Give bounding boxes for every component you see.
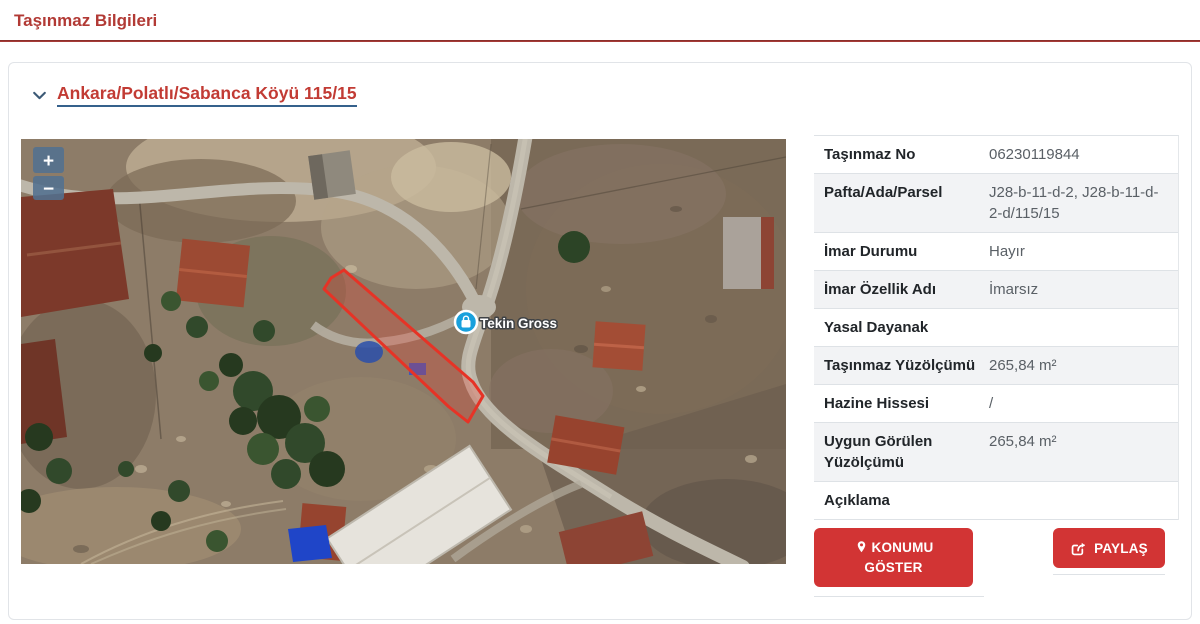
- row-label: Açıklama: [824, 490, 989, 511]
- row-label: Taşınmaz Yüzölçümü: [824, 355, 989, 376]
- property-card: Ankara/Polatlı/Sabanca Köyü 115/15: [8, 62, 1192, 620]
- show-location-cell: KONUMU GÖSTER: [814, 528, 984, 597]
- poi-label: Tekin Gross: [480, 316, 557, 331]
- row-value: İmarsız: [989, 279, 1168, 300]
- cell-divider: [1053, 574, 1165, 575]
- table-row: Pafta/Ada/Parsel J28-b-11-d-2, J28-b-11-…: [814, 174, 1178, 233]
- property-details: Taşınmaz No 06230119844 Pafta/Ada/Parsel…: [814, 135, 1179, 597]
- location-pin-icon: [854, 540, 869, 555]
- table-row: İmar Özellik Adı İmarsız: [814, 271, 1178, 309]
- table-row: Yasal Dayanak: [814, 309, 1178, 347]
- actions-row: KONUMU GÖSTER PAYLAŞ: [814, 528, 1179, 597]
- table-row: Hazine Hissesi /: [814, 385, 1178, 423]
- row-label: Uygun Görülen Yüzölçümü: [824, 431, 989, 473]
- table-row: Açıklama: [814, 482, 1178, 520]
- row-value: 06230119844: [989, 144, 1168, 165]
- row-label: İmar Özellik Adı: [824, 279, 989, 300]
- share-label: PAYLAŞ: [1094, 541, 1148, 556]
- row-label: Taşınmaz No: [824, 144, 989, 165]
- row-label: İmar Durumu: [824, 241, 989, 262]
- satellite-map[interactable]: Tekin Gross + −: [21, 139, 786, 564]
- table-row: Taşınmaz No 06230119844: [814, 136, 1178, 174]
- zoom-in-icon[interactable]: +: [43, 151, 54, 172]
- cell-divider: [814, 596, 984, 597]
- show-location-button[interactable]: KONUMU GÖSTER: [814, 528, 973, 587]
- row-value: 265,84 m²: [989, 431, 1168, 473]
- table-row: İmar Durumu Hayır: [814, 233, 1178, 271]
- card-content: Tekin Gross + − Taşınmaz No 06230119844 …: [9, 119, 1191, 597]
- share-icon: [1070, 540, 1087, 557]
- title-divider: [0, 40, 1200, 42]
- card-header: Ankara/Polatlı/Sabanca Köyü 115/15: [9, 63, 1191, 119]
- row-value: [989, 490, 1168, 511]
- row-value: J28-b-11-d-2, J28-b-11-d-2-d/115/15: [989, 182, 1168, 224]
- row-label: Pafta/Ada/Parsel: [824, 182, 989, 224]
- share-button[interactable]: PAYLAŞ: [1053, 528, 1165, 568]
- show-location-label: KONUMU GÖSTER: [864, 540, 933, 575]
- row-label: Yasal Dayanak: [824, 317, 989, 338]
- page-title: Taşınmaz Bilgileri: [0, 0, 1200, 40]
- property-table: Taşınmaz No 06230119844 Pafta/Ada/Parsel…: [814, 135, 1179, 520]
- table-row: Uygun Görülen Yüzölçümü 265,84 m²: [814, 423, 1178, 482]
- share-cell: PAYLAŞ: [1053, 528, 1165, 597]
- row-label: Hazine Hissesi: [824, 393, 989, 414]
- row-value: /: [989, 393, 1168, 414]
- chevron-down-icon[interactable]: [31, 87, 48, 104]
- row-value: [989, 317, 1168, 338]
- zoom-out-icon[interactable]: −: [43, 179, 54, 200]
- table-row: Taşınmaz Yüzölçümü 265,84 m²: [814, 347, 1178, 385]
- row-value: Hayır: [989, 241, 1168, 262]
- location-link[interactable]: Ankara/Polatlı/Sabanca Köyü 115/15: [57, 83, 357, 107]
- row-value: 265,84 m²: [989, 355, 1168, 376]
